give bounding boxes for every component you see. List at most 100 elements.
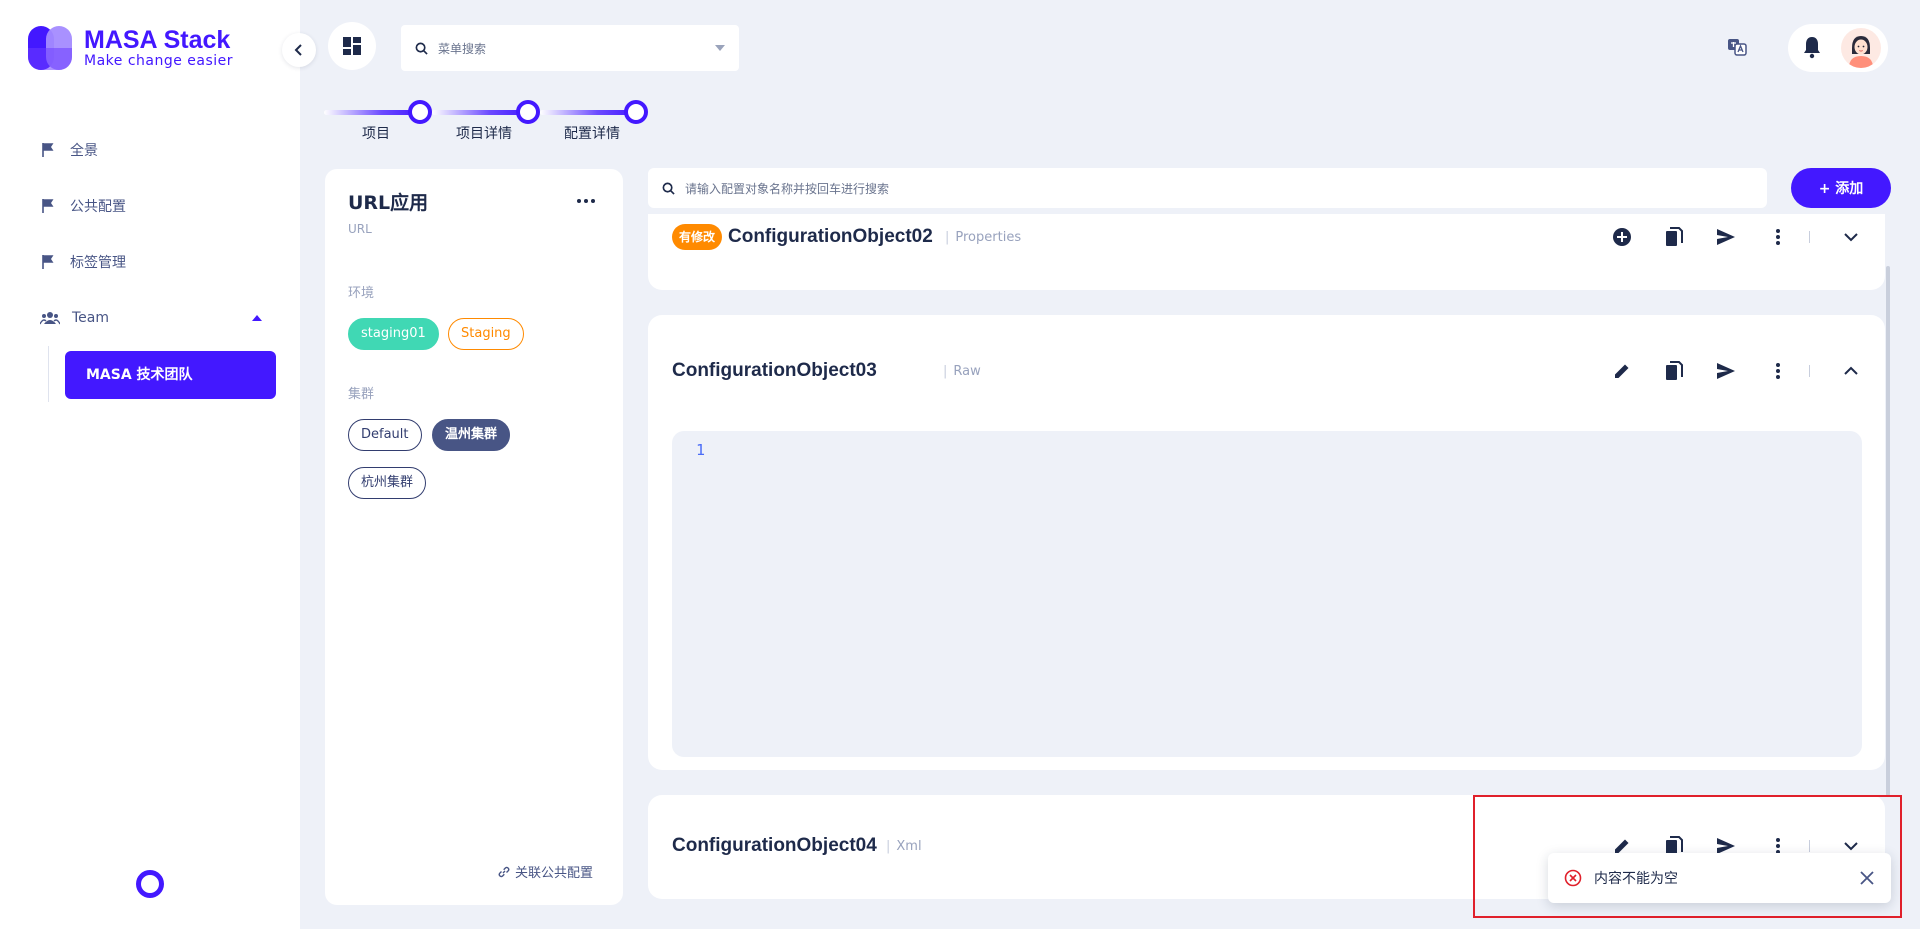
search-icon <box>662 182 675 195</box>
add-circle-button[interactable] <box>1611 226 1633 248</box>
add-circle-icon <box>1613 228 1631 246</box>
step-connector <box>540 110 636 115</box>
bell-icon <box>1804 37 1820 59</box>
flag-icon <box>42 143 54 157</box>
add-config-button[interactable]: + 添加 <box>1791 168 1891 208</box>
send-icon <box>1717 363 1735 379</box>
config-card-02: 有修改 ConfigurationObject02 | Properties <box>648 214 1885 290</box>
user-avatar-icon <box>1849 36 1873 68</box>
brand-tagline: Make change easier <box>84 53 234 69</box>
env-chip-staging[interactable]: Staging <box>448 318 524 350</box>
pencil-icon <box>1615 364 1629 378</box>
sidebar-item-team[interactable]: Team <box>0 290 300 346</box>
app-subtitle: URL <box>348 222 372 236</box>
flag-icon <box>42 255 54 269</box>
step-label-config-detail[interactable]: 配置详情 <box>564 123 620 143</box>
edit-button[interactable] <box>1611 360 1633 382</box>
env-chip-staging01[interactable]: staging01 <box>348 318 439 350</box>
step-label-project-detail[interactable]: 项目详情 <box>456 123 512 143</box>
team-icon <box>40 312 60 325</box>
toast-message: 内容不能为空 <box>1594 871 1678 887</box>
masa-logo-icon <box>28 26 72 70</box>
step-dot-project[interactable] <box>408 100 432 124</box>
sidebar-item-label: 公共配置 <box>70 199 126 215</box>
submenu-divider <box>48 346 49 402</box>
cluster-label: 集群 <box>348 387 375 402</box>
sidebar-item-label-management[interactable]: 标签管理 <box>0 234 300 290</box>
config-type: | Properties <box>945 230 1022 245</box>
cluster-chip-hangzhou[interactable]: 杭州集群 <box>348 467 427 499</box>
config-search-input[interactable]: 请输入配置对象名称并按回车进行搜索 <box>648 168 1767 208</box>
config-type: | Xml <box>886 839 922 854</box>
error-circle-icon <box>1564 869 1582 887</box>
app-title: URL应用 <box>348 192 429 214</box>
notification-button[interactable] <box>1800 34 1824 60</box>
sidebar: MASA Stack Make change easier 全景 公共配置 标签… <box>0 0 300 929</box>
flag-icon <box>42 199 54 213</box>
step-dot-project-detail[interactable] <box>516 100 540 124</box>
link-public-config[interactable]: 关联公共配置 <box>497 862 593 881</box>
step-connector <box>324 110 420 115</box>
language-button[interactable] <box>1726 36 1748 58</box>
sidebar-item-label: 全景 <box>70 143 98 159</box>
sidebar-nav: 全景 公共配置 标签管理 Team MASA 技术团队 <box>0 122 300 406</box>
more-vertical-button[interactable] <box>1767 360 1789 382</box>
collapse-button[interactable] <box>1840 360 1862 382</box>
env-label: 环境 <box>348 286 375 301</box>
sidebar-item-public-config[interactable]: 公共配置 <box>0 178 300 234</box>
caret-down-icon[interactable] <box>715 45 725 51</box>
config-type: | Raw <box>943 364 981 379</box>
chevron-up-icon[interactable] <box>252 315 262 321</box>
code-editor[interactable]: 1 <box>672 431 1862 757</box>
action-divider <box>1809 231 1810 243</box>
loading-spinner-icon <box>136 870 164 898</box>
breadcrumb-stepper: 项目 项目详情 配置详情 <box>324 96 664 146</box>
sidebar-item-label: 标签管理 <box>70 255 126 271</box>
dashboard-icon <box>343 37 361 55</box>
step-dot-config-detail[interactable] <box>624 100 648 124</box>
step-label-project[interactable]: 项目 <box>362 123 390 143</box>
team-submenu: MASA 技术团队 <box>0 346 300 406</box>
chevron-up-icon <box>1844 366 1858 375</box>
more-vertical-icon <box>1776 229 1780 245</box>
link-public-config-label: 关联公共配置 <box>515 866 594 881</box>
sidebar-collapse-button[interactable] <box>282 33 316 67</box>
expand-button[interactable] <box>1840 226 1862 248</box>
action-divider <box>1809 365 1810 377</box>
copy-button[interactable] <box>1663 226 1685 248</box>
more-vertical-button[interactable] <box>1767 226 1789 248</box>
send-icon <box>1717 229 1735 245</box>
menu-search-placeholder: 菜单搜索 <box>438 41 487 56</box>
dashboard-button[interactable] <box>328 22 376 70</box>
line-number: 1 <box>696 441 706 459</box>
sidebar-item-masa-team[interactable]: MASA 技术团队 <box>65 351 276 399</box>
brand-logo[interactable]: MASA Stack Make change easier <box>28 26 233 70</box>
config-card-03: ConfigurationObject03 | Raw 1 <box>648 315 1885 770</box>
cluster-chip-default[interactable]: Default <box>348 419 422 451</box>
scrollbar[interactable] <box>1886 266 1890 796</box>
copy-icon <box>1666 227 1683 246</box>
app-info-card: URL应用 URL 环境 staging01 Staging 集群 Defaul… <box>325 169 623 905</box>
cluster-chip-wenzhou[interactable]: 温州集群 <box>432 419 511 451</box>
config-actions <box>1611 226 1892 248</box>
publish-button[interactable] <box>1715 360 1737 382</box>
brand-title: MASA Stack <box>84 26 231 54</box>
search-icon <box>415 42 428 55</box>
config-title: ConfigurationObject02 <box>728 226 933 247</box>
step-connector <box>432 110 528 115</box>
avatar[interactable] <box>1841 28 1881 68</box>
link-icon <box>498 866 510 877</box>
chevron-down-icon <box>1844 233 1858 242</box>
sidebar-item-label: Team <box>72 310 110 326</box>
publish-button[interactable] <box>1715 226 1737 248</box>
chevron-left-icon <box>294 44 302 56</box>
more-vertical-icon <box>1776 363 1780 379</box>
translate-icon <box>1728 39 1747 56</box>
config-search-placeholder: 请输入配置对象名称并按回车进行搜索 <box>685 181 890 196</box>
more-options-button[interactable] <box>571 189 601 213</box>
config-actions <box>1611 360 1892 382</box>
close-icon[interactable] <box>1859 870 1875 886</box>
menu-search-input[interactable]: 菜单搜索 <box>401 25 739 71</box>
sidebar-item-overview[interactable]: 全景 <box>0 122 300 178</box>
copy-button[interactable] <box>1663 360 1685 382</box>
